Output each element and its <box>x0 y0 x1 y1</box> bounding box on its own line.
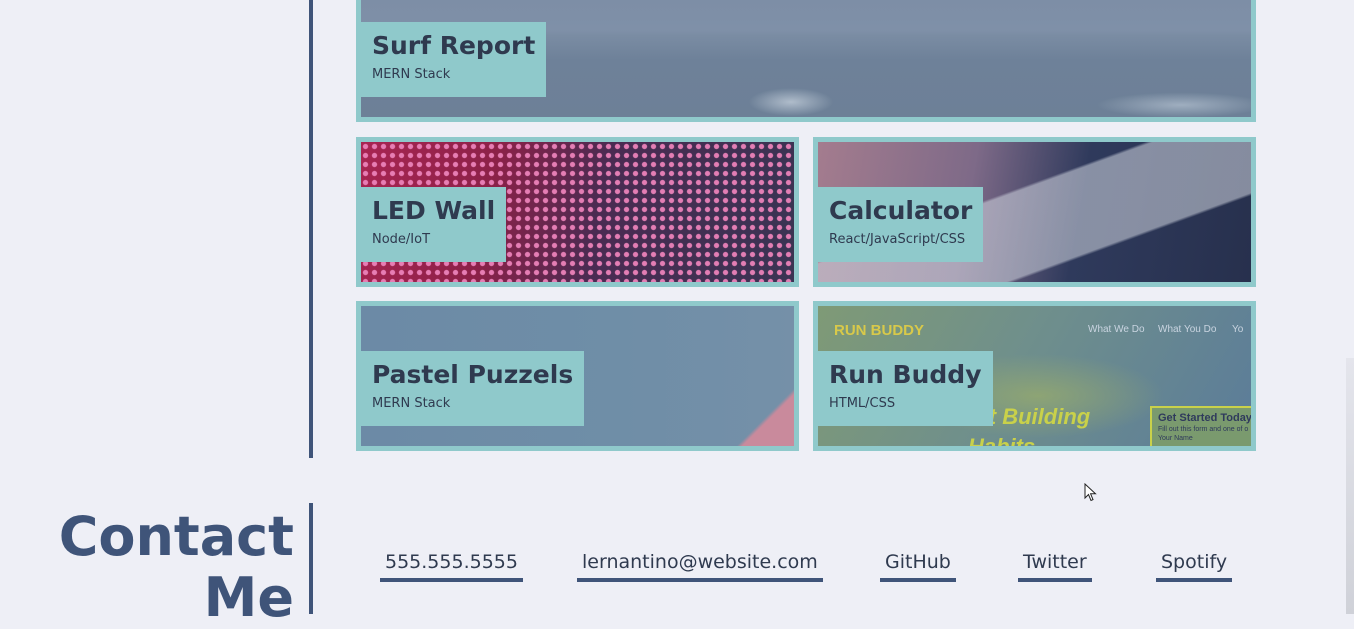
contact-divider-line <box>309 503 313 614</box>
project-tech: Node/IoT <box>372 232 431 247</box>
project-label: Run Buddy HTML/CSS <box>818 351 993 426</box>
run-buddy-nav-item: What We Do <box>1088 324 1145 335</box>
project-card-run-buddy[interactable]: RUN BUDDY What We Do What You Do Yo art … <box>813 301 1256 451</box>
project-title: Run Buddy <box>829 360 982 389</box>
section-divider-line <box>309 0 313 458</box>
project-label: Pastel Puzzels MERN Stack <box>361 351 585 426</box>
email-link[interactable]: lernantino@website.com <box>577 550 823 582</box>
run-buddy-hero-text: art Building Habits <box>968 404 1091 451</box>
project-card-led-wall[interactable]: LED Wall Node/IoT <box>356 137 799 287</box>
project-title: Calculator <box>829 196 973 225</box>
contact-heading-line1: Contact <box>58 505 294 568</box>
run-buddy-logo: RUN BUDDY <box>834 322 924 339</box>
project-label: LED Wall Node/IoT <box>361 187 507 262</box>
project-title: Surf Report <box>372 31 536 60</box>
project-card-pastel-puzzels[interactable]: Pastel Puzzels MERN Stack <box>356 301 799 451</box>
contact-heading: Contact Me <box>59 506 294 628</box>
contact-heading-line2: Me <box>203 566 294 629</box>
project-label: Calculator React/JavaScript/CSS <box>818 187 984 262</box>
project-card-surf-report[interactable]: Surf Report MERN Stack <box>356 0 1256 122</box>
project-title: LED Wall <box>372 196 496 225</box>
project-tech: MERN Stack <box>372 396 451 411</box>
spotify-link[interactable]: Spotify <box>1156 550 1233 582</box>
project-label: Surf Report MERN Stack <box>361 22 547 97</box>
project-tech: HTML/CSS <box>829 396 896 411</box>
run-buddy-form-field: Your Name <box>1158 435 1193 442</box>
project-card-calculator[interactable]: Calculator React/JavaScript/CSS <box>813 137 1256 287</box>
github-link[interactable]: GitHub <box>880 550 956 582</box>
run-buddy-nav-item: Yo <box>1232 324 1244 335</box>
run-buddy-form-title: Get Started Today <box>1158 412 1252 424</box>
project-title: Pastel Puzzels <box>372 360 574 389</box>
run-buddy-form: Get Started Today Fill out this form and… <box>1150 406 1252 446</box>
phone-link[interactable]: 555.555.5555 <box>380 550 523 582</box>
run-buddy-form-subtitle: Fill out this form and one of o <box>1158 426 1249 433</box>
project-tech: React/JavaScript/CSS <box>829 232 966 247</box>
run-buddy-nav-item: What You Do <box>1158 324 1217 335</box>
twitter-link[interactable]: Twitter <box>1018 550 1092 582</box>
project-tech: MERN Stack <box>372 67 451 82</box>
scrollbar[interactable] <box>1346 358 1354 614</box>
mouse-cursor-icon <box>1084 483 1097 502</box>
